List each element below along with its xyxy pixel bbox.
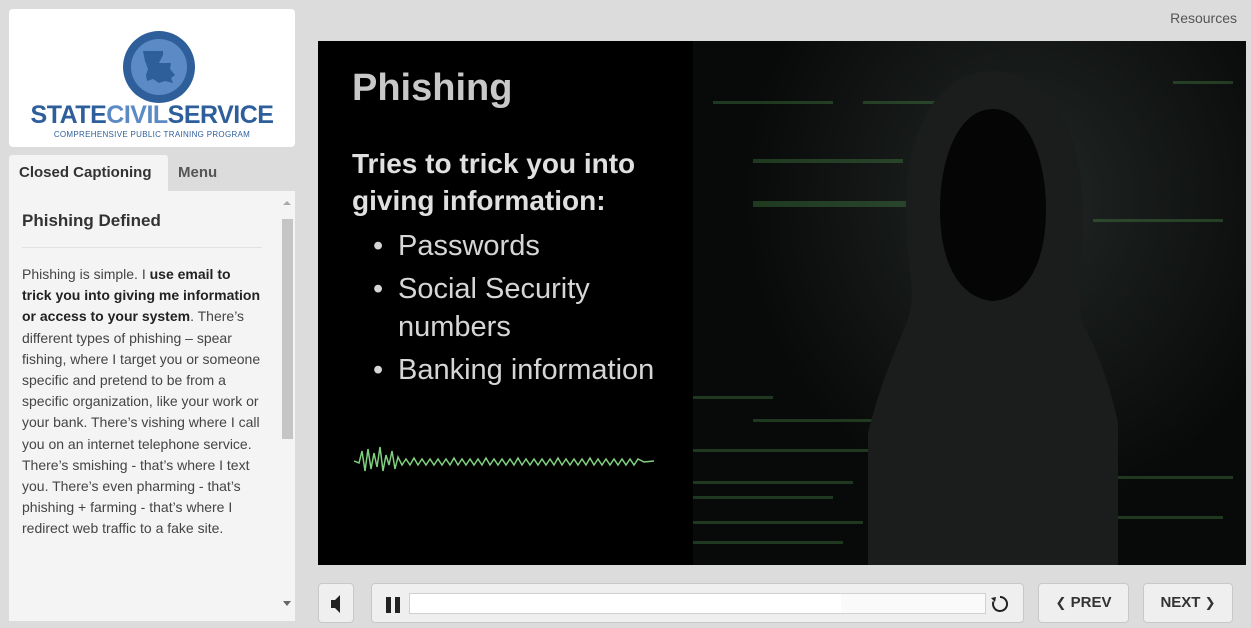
logo-title-service: SERVICE — [167, 101, 274, 129]
sidebar-tabs: Closed Captioning Menu — [9, 155, 295, 191]
logo-panel: STATECIVILSERVICE COMPREHENSIVE PUBLIC T… — [9, 9, 295, 147]
slide-subtitle: Tries to trick you into giving informati… — [352, 148, 636, 216]
logo-title: STATECIVILSERVICE — [9, 101, 295, 130]
resources-link[interactable]: Resources — [1170, 10, 1237, 26]
pause-icon[interactable] — [386, 597, 400, 613]
louisiana-seal-icon — [123, 31, 195, 103]
audio-waveform-icon — [354, 446, 654, 472]
caption-heading: Phishing Defined — [22, 211, 262, 248]
scroll-thumb[interactable] — [282, 219, 293, 439]
prev-label: PREV — [1070, 594, 1112, 611]
next-button[interactable]: NEXT ❯ — [1143, 583, 1233, 623]
list-item: Banking information — [373, 351, 703, 389]
progress-fill — [410, 594, 842, 613]
caption-panel: Phishing Defined Phishing is simple. I u… — [9, 191, 295, 621]
caption-text: Phishing is simple. I use email to trick… — [22, 264, 262, 540]
volume-button[interactable] — [318, 583, 354, 623]
replay-icon[interactable] — [989, 593, 1011, 615]
list-item: Social Security numbers — [373, 270, 703, 346]
caption-scrollbar[interactable] — [279, 191, 295, 621]
chevron-left-icon: ❮ — [1055, 595, 1067, 610]
logo-title-civil: CIVIL — [106, 101, 168, 129]
slide-stage: Phishing Tries to trick you into giving … — [318, 41, 1246, 565]
next-label: NEXT — [1160, 594, 1201, 611]
prev-button[interactable]: ❮ PREV — [1038, 583, 1129, 623]
logo-title-state: STATE — [30, 101, 107, 129]
caption-text-rest: . There’s different types of phishing – … — [22, 308, 261, 537]
chevron-right-icon: ❯ — [1204, 595, 1216, 610]
slide-bullet-list: Passwords Social Security numbers Bankin… — [373, 227, 703, 394]
player-controls: ❮ PREV NEXT ❯ — [318, 583, 1246, 623]
list-item: Passwords — [373, 227, 703, 265]
scroll-down-icon[interactable] — [283, 601, 291, 606]
caption-content: Phishing Defined Phishing is simple. I u… — [22, 191, 262, 540]
tab-menu[interactable]: Menu — [168, 155, 228, 191]
progress-bar[interactable] — [409, 593, 986, 614]
volume-icon — [331, 595, 340, 613]
hooded-figure-image — [868, 71, 1118, 565]
tab-closed-captioning[interactable]: Closed Captioning — [9, 155, 168, 191]
caption-text-intro: Phishing is simple. I — [22, 266, 150, 282]
slide-title: Phishing — [352, 67, 513, 109]
scroll-up-icon[interactable] — [283, 201, 291, 205]
logo-subtitle: COMPREHENSIVE PUBLIC TRAINING PROGRAM — [53, 130, 251, 139]
seek-bar-container — [371, 583, 1024, 623]
